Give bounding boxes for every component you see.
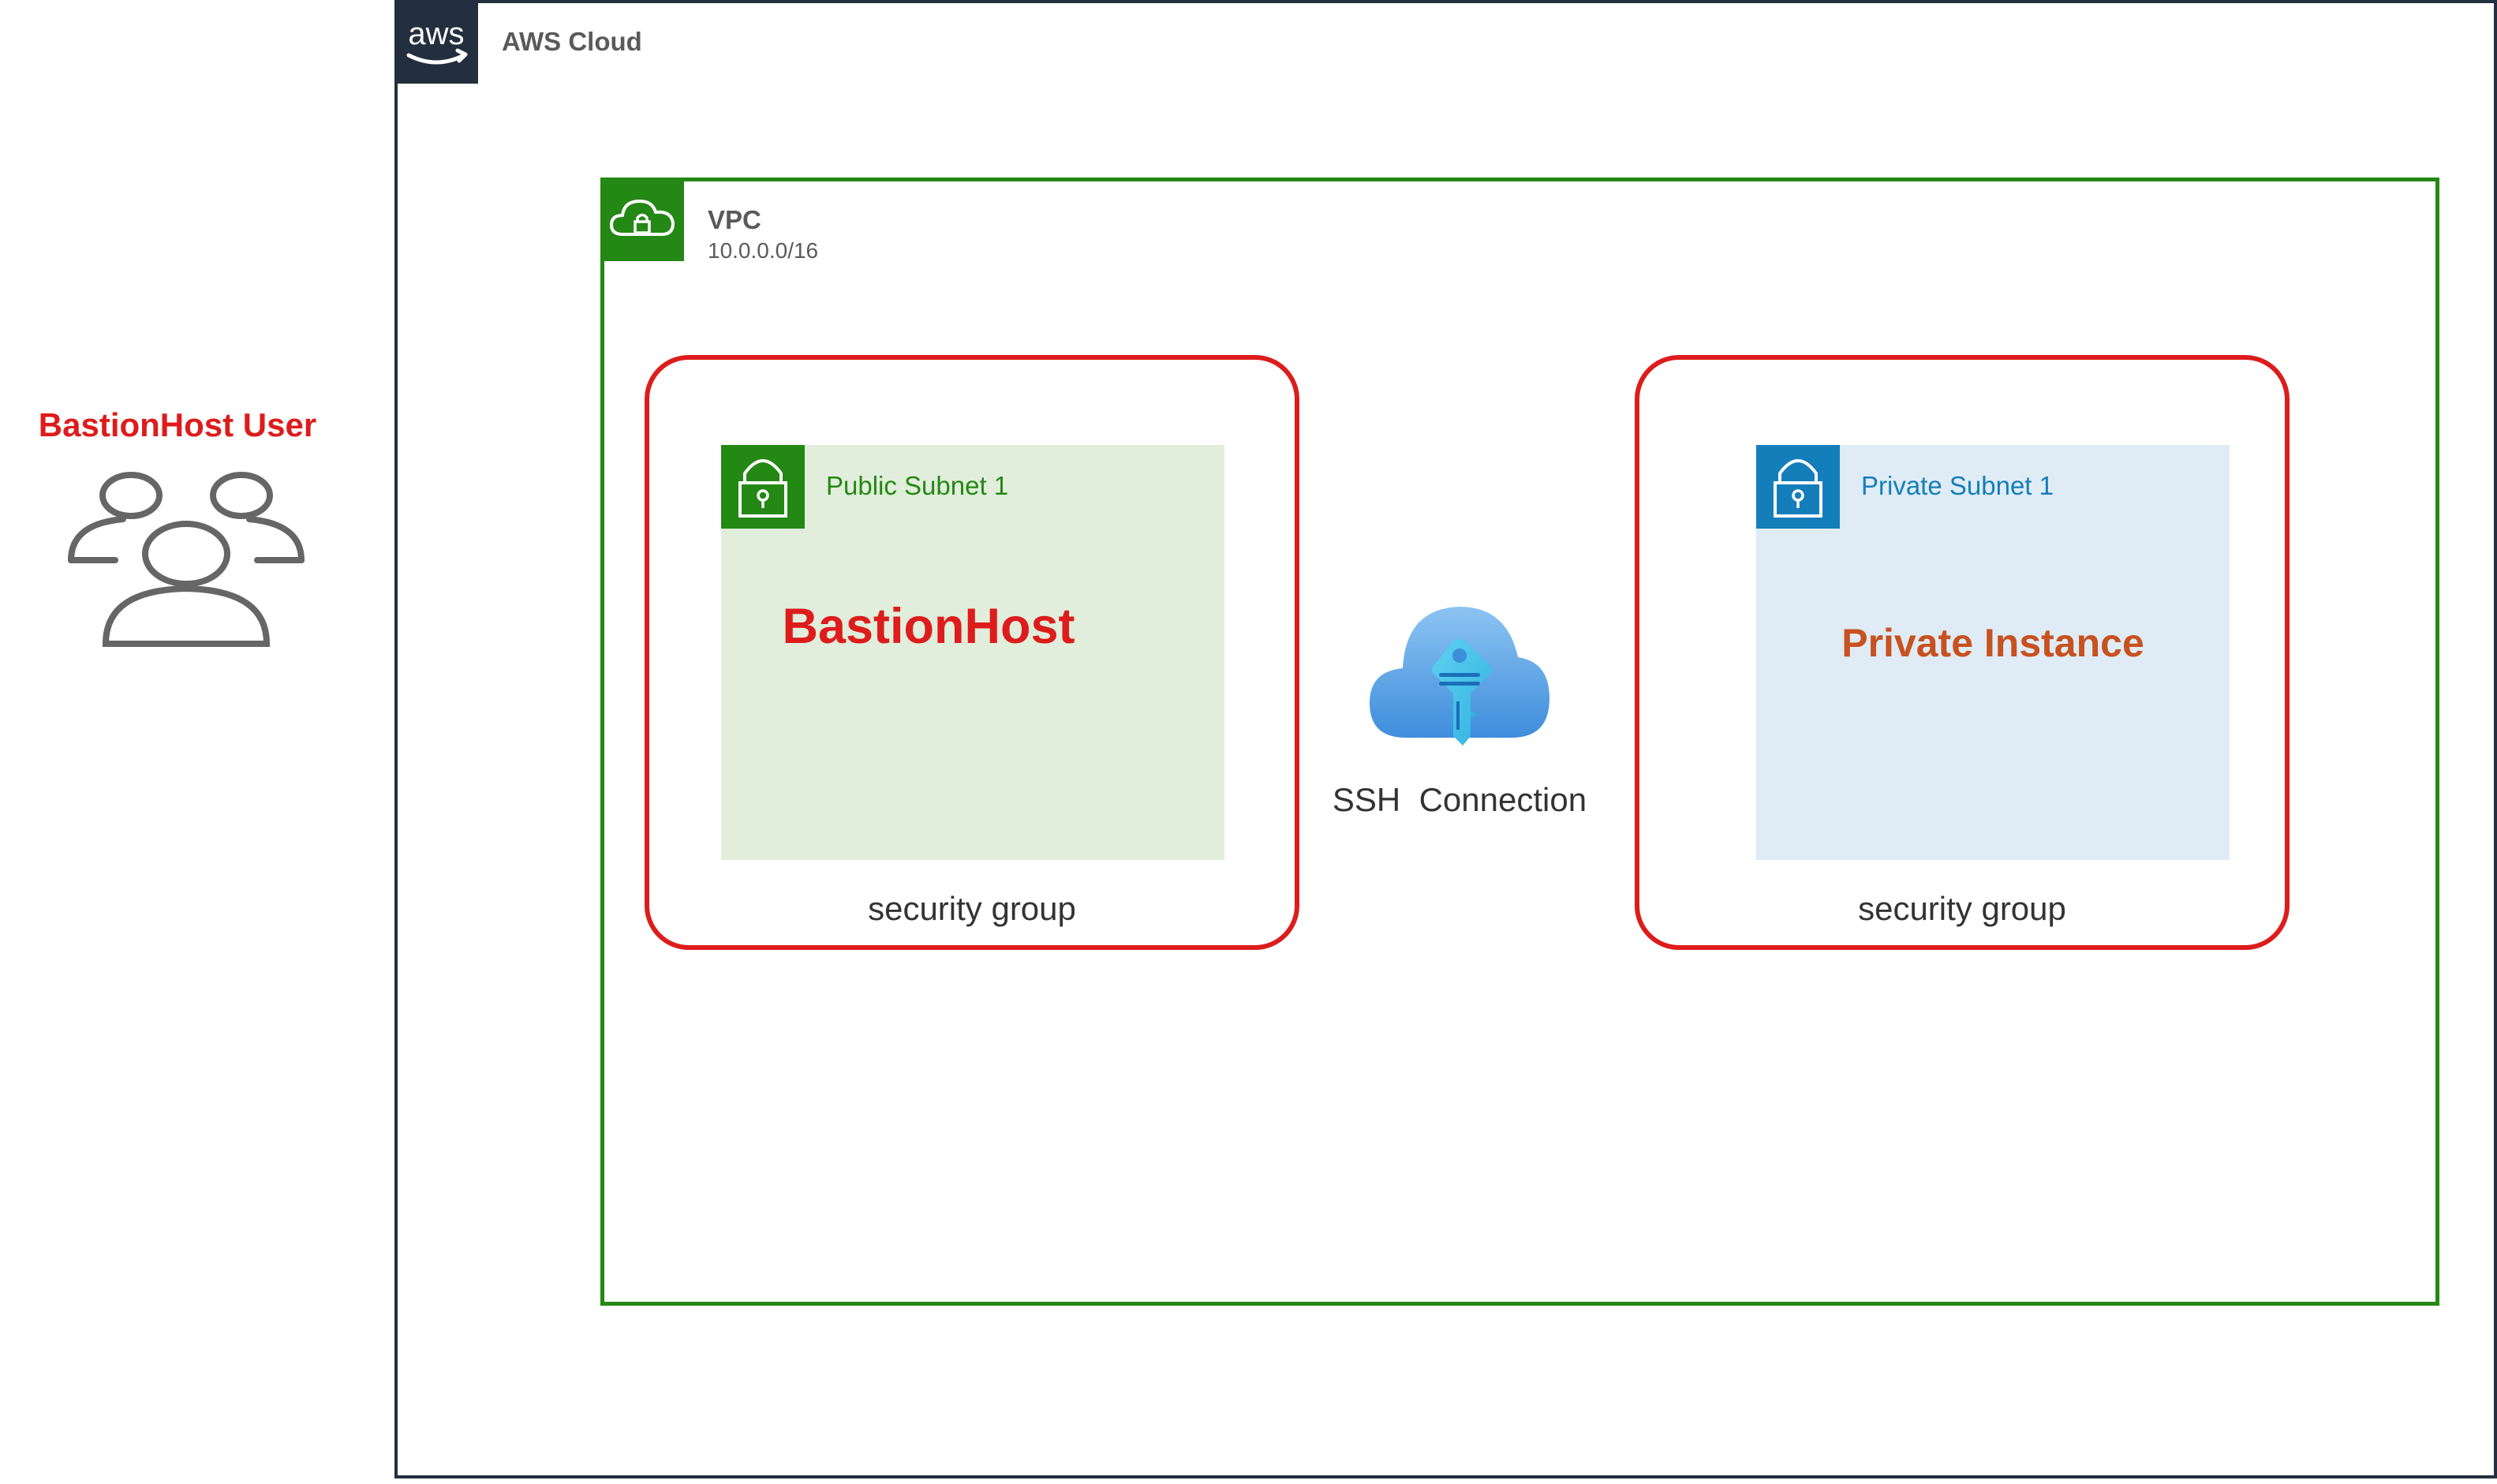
vpc-cidr: 10.0.0.0/16 — [708, 238, 819, 263]
vpc-label: VPC — [708, 205, 761, 234]
public-security-group-label: security group — [868, 890, 1076, 927]
bastion-host-user-label: BastionHost User — [38, 406, 317, 443]
aws-logo-icon: aws — [394, 0, 478, 84]
private-subnet-label: Private Subnet 1 — [1861, 471, 2054, 500]
private-instance-label: Private Instance — [1841, 621, 2144, 665]
svg-text:aws: aws — [408, 17, 464, 51]
padlock-icon — [721, 445, 805, 529]
aws-cloud-label: AWS Cloud — [502, 27, 642, 56]
private-security-group-label: security group — [1858, 890, 2066, 927]
cloud-key-icon — [1366, 604, 1553, 774]
vpc-cloud-lock-icon — [600, 178, 684, 261]
bastion-host-label: BastionHost — [782, 599, 1075, 654]
users-icon — [68, 470, 305, 652]
public-subnet-label: Public Subnet 1 — [826, 471, 1009, 500]
ssh-connection-label: SSH Connection — [1332, 781, 1587, 818]
padlock-icon — [1756, 445, 1840, 529]
